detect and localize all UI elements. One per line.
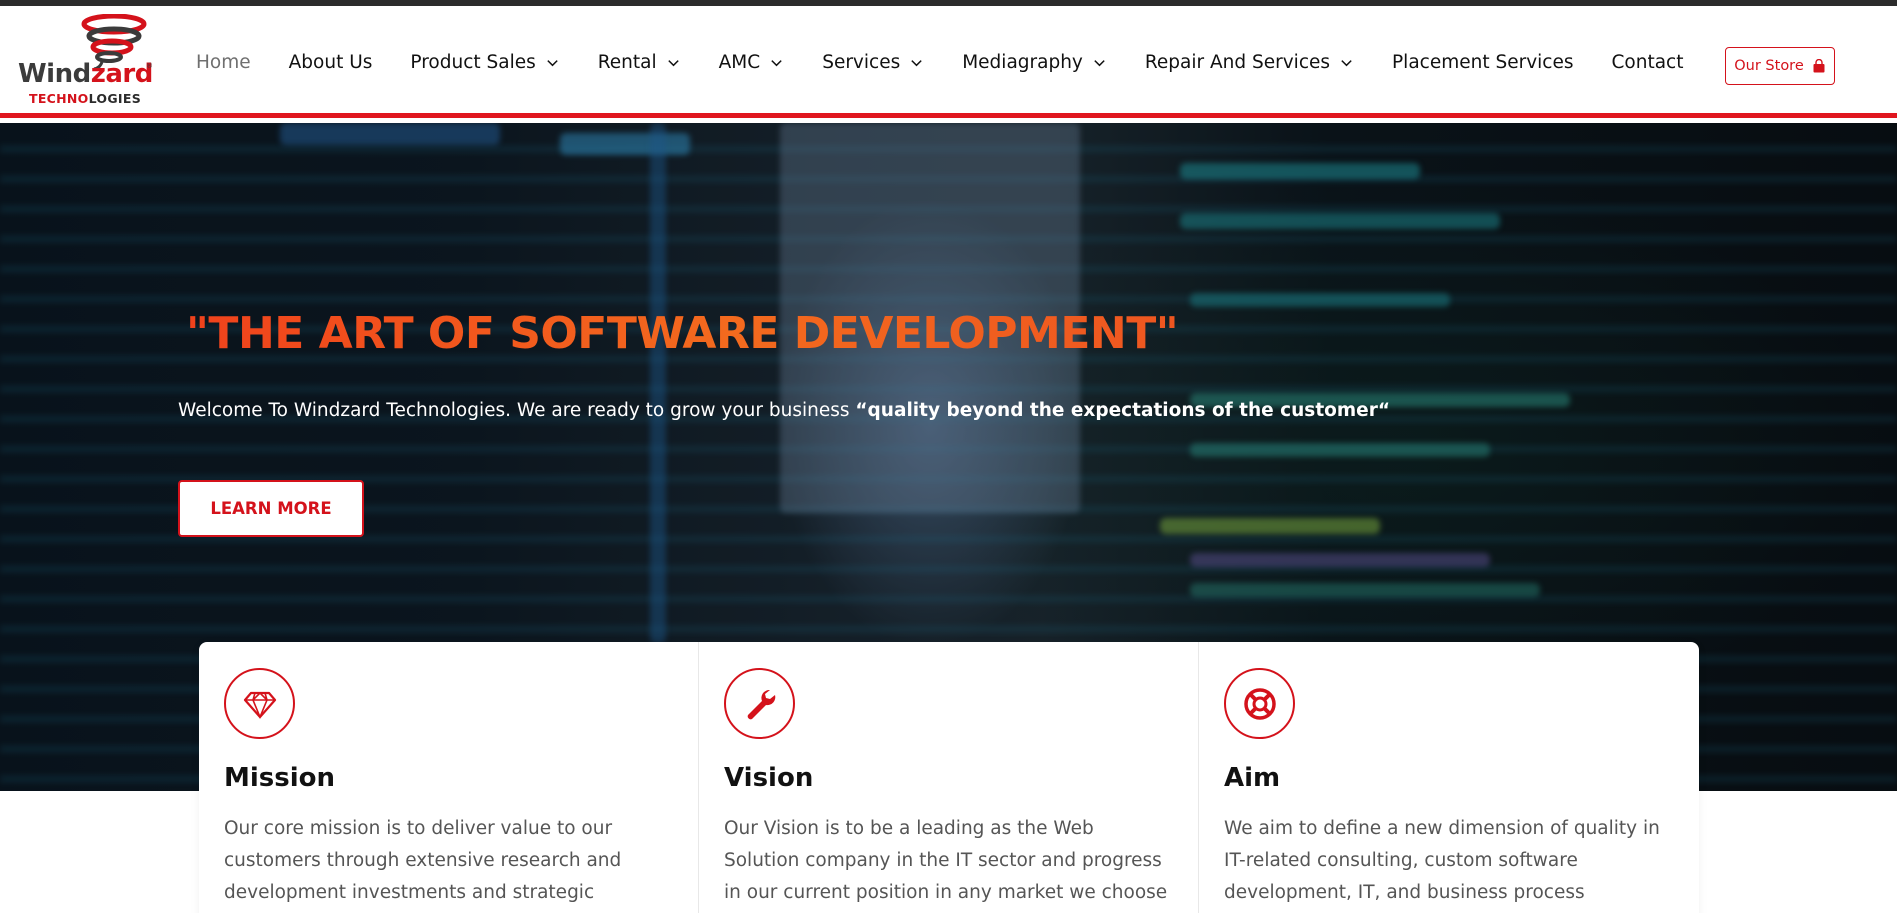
logo-tagline: TECHNOLOGIES bbox=[29, 91, 141, 106]
nav-item-repair-and-services[interactable]: Repair And Services bbox=[1145, 52, 1354, 73]
nav-item-mediagraphy[interactable]: Mediagraphy bbox=[962, 52, 1107, 73]
nav-item-about-us[interactable]: About Us bbox=[289, 52, 373, 73]
chevron-down-icon bbox=[1341, 59, 1352, 66]
chevron-down-icon bbox=[667, 59, 679, 66]
nav-item-home[interactable]: Home bbox=[196, 52, 251, 73]
card-text: We aim to define a new dimension of qual… bbox=[1224, 818, 1660, 903]
our-store-label: Our Store bbox=[1734, 58, 1804, 74]
site-header: Windzard ® TECHNOLOGIES Home About Us Pr… bbox=[0, 6, 1897, 118]
logo-wordmark: Windzard bbox=[18, 59, 153, 89]
nav-item-amc[interactable]: AMC bbox=[719, 52, 785, 73]
aim-card: Aim We aim to define a new dimension of … bbox=[1199, 642, 1699, 913]
nav-item-contact[interactable]: Contact bbox=[1612, 52, 1684, 73]
nav-item-product-sales[interactable]: Product Sales bbox=[410, 52, 559, 73]
lifebuoy-icon bbox=[1224, 668, 1295, 739]
feature-cards: Mission Our core mission is to deliver v… bbox=[199, 642, 1699, 913]
wrench-icon bbox=[724, 668, 795, 739]
mission-card: Mission Our core mission is to deliver v… bbox=[199, 642, 699, 913]
windzard-logo[interactable]: Windzard ® TECHNOLOGIES bbox=[18, 14, 153, 110]
registered-mark: ® bbox=[146, 62, 153, 70]
learn-more-button[interactable]: LEARN MORE bbox=[178, 480, 364, 537]
hero-title: "THE ART OF SOFTWARE DEVELOPMENT" bbox=[186, 308, 1179, 359]
hero-subtitle: Welcome To Windzard Technologies. We are… bbox=[178, 400, 1390, 421]
chevron-down-icon bbox=[771, 59, 782, 66]
chevron-down-icon bbox=[1094, 59, 1105, 66]
chevron-down-icon bbox=[911, 59, 922, 66]
nav-item-rental[interactable]: Rental bbox=[598, 52, 681, 73]
our-store-button[interactable]: Our Store bbox=[1725, 47, 1835, 85]
card-title: Mission bbox=[224, 763, 336, 793]
shopping-bag-icon bbox=[1813, 59, 1825, 73]
card-text: Our Vision is to be a leading as the Web… bbox=[724, 818, 1168, 903]
card-title: Aim bbox=[1224, 763, 1281, 793]
vision-card: Vision Our Vision is to be a leading as … bbox=[699, 642, 1199, 913]
card-title: Vision bbox=[724, 763, 814, 793]
diamond-icon bbox=[224, 668, 295, 739]
chevron-down-icon bbox=[547, 59, 558, 66]
nav-item-placement-services[interactable]: Placement Services bbox=[1392, 52, 1573, 73]
card-text: Our core mission is to deliver value to … bbox=[224, 818, 622, 903]
main-nav: Home About Us Product Sales Rental AMC S… bbox=[196, 6, 1721, 118]
nav-item-services[interactable]: Services bbox=[822, 52, 924, 73]
